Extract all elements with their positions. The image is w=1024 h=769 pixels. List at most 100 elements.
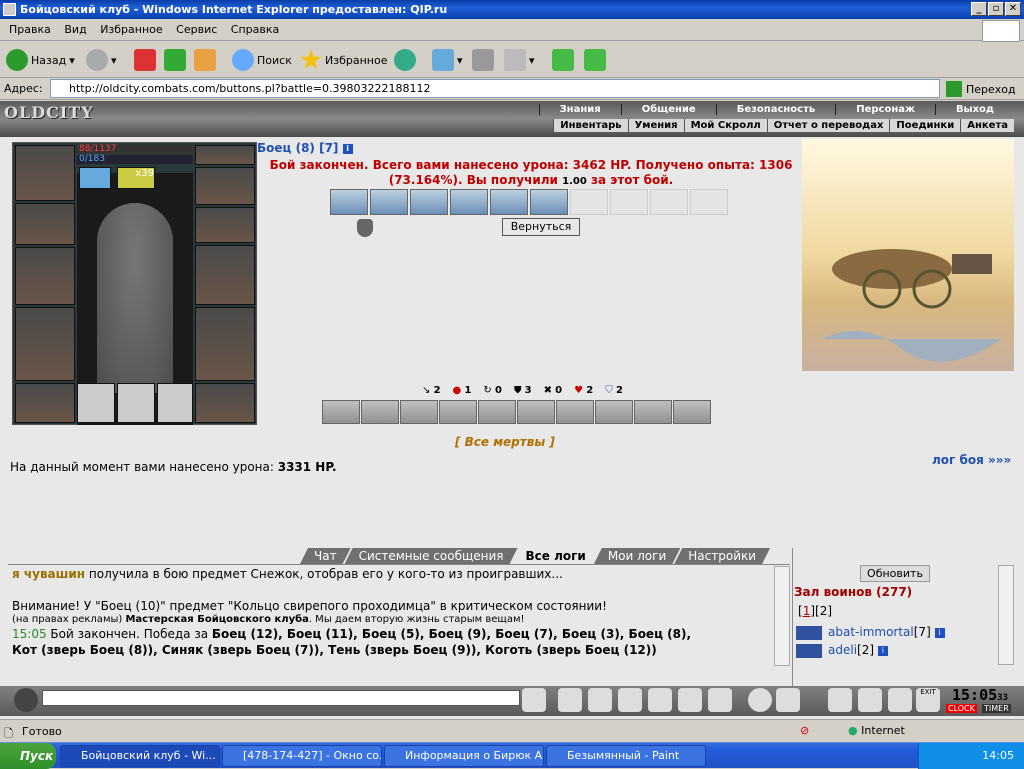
menu-tools[interactable]: Сервис xyxy=(171,19,222,40)
info-icon[interactable]: i xyxy=(342,143,353,154)
item-slot-stack[interactable]: x39 xyxy=(117,167,155,189)
info-icon[interactable]: i xyxy=(877,645,888,656)
skill-slot[interactable] xyxy=(361,400,399,424)
tab-all-logs[interactable]: Все логи xyxy=(512,548,600,564)
search-button[interactable]: Поиск xyxy=(232,48,292,72)
edit-button[interactable]: ▾ xyxy=(504,48,535,72)
tab-system-messages[interactable]: Системные сообщения xyxy=(345,548,518,564)
skill-slot[interactable] xyxy=(673,400,711,424)
helmet-icon[interactable] xyxy=(776,688,800,712)
skill-slot[interactable] xyxy=(322,400,360,424)
bracer-slot[interactable] xyxy=(15,203,75,245)
forward-button[interactable]: ▾ xyxy=(86,48,117,72)
nav-battles[interactable]: Поединки xyxy=(889,119,960,132)
info-icon[interactable]: i xyxy=(934,627,945,638)
menu-view[interactable]: Вид xyxy=(59,19,91,40)
page-2-link[interactable]: 2 xyxy=(820,604,828,618)
messenger-button[interactable] xyxy=(552,48,574,72)
nav-character[interactable]: Персонаж xyxy=(835,104,935,115)
fighter-icon[interactable] xyxy=(648,688,672,712)
nav-skills[interactable]: Умения xyxy=(627,119,684,132)
gloves-slot[interactable] xyxy=(195,207,255,243)
amulet-slot[interactable] xyxy=(195,167,255,205)
leggings-slot[interactable] xyxy=(195,307,255,381)
task-ie[interactable]: Бойцовский клуб - Wi... xyxy=(60,745,220,767)
user-list-item[interactable]: abat-immortal[7] i xyxy=(796,625,945,640)
favorites-button[interactable]: Избранное xyxy=(300,48,387,72)
smile-icon[interactable] xyxy=(748,688,772,712)
scroll-slot[interactable] xyxy=(490,189,528,215)
room-scrollbar[interactable] xyxy=(998,565,1014,665)
belt-slot[interactable] xyxy=(15,383,75,423)
task-paint[interactable]: Безымянный - Paint xyxy=(546,745,706,767)
nav-security[interactable]: Безопасность xyxy=(715,104,836,115)
tab-my-logs[interactable]: Мои логи xyxy=(594,548,680,564)
scroll-slot[interactable] xyxy=(370,189,408,215)
nav-knowledge[interactable]: Знания xyxy=(538,104,621,115)
history-button[interactable] xyxy=(394,48,416,72)
skill-slot[interactable] xyxy=(634,400,672,424)
nav-exit[interactable]: Выход xyxy=(934,104,1014,115)
return-button[interactable]: Вернуться xyxy=(502,218,580,236)
weapon-slot[interactable] xyxy=(15,247,75,305)
chat-input[interactable] xyxy=(42,690,520,706)
home-button[interactable] xyxy=(194,48,216,72)
exit-icon[interactable]: EXIT xyxy=(916,688,940,712)
item-slot-snowball[interactable] xyxy=(79,167,111,189)
skill-slot[interactable] xyxy=(517,400,555,424)
private-message-icon[interactable] xyxy=(796,643,822,658)
send-icon[interactable] xyxy=(522,688,546,712)
back-button[interactable]: Назад ▾ xyxy=(6,48,75,72)
bag-icon[interactable] xyxy=(828,688,852,712)
user-list-item[interactable]: adeli[2] i xyxy=(796,643,888,658)
refresh-button[interactable]: Обновить xyxy=(860,565,930,582)
empty-slot-1[interactable] xyxy=(77,383,115,423)
close-button[interactable]: ✕ xyxy=(1005,2,1021,16)
start-button[interactable]: Пуск xyxy=(0,743,56,769)
menu-favorites[interactable]: Избранное xyxy=(95,19,167,40)
skill-slot[interactable] xyxy=(556,400,594,424)
tray-clock[interactable]: 14:05 xyxy=(982,749,1014,762)
nav-my-scroll[interactable]: Мой Скролл xyxy=(683,119,767,132)
skill-slot[interactable] xyxy=(595,400,633,424)
nav-inventory[interactable]: Инвентарь xyxy=(553,119,627,132)
page-1-link[interactable]: 1 xyxy=(803,604,811,618)
nav-communication[interactable]: Общение xyxy=(620,104,716,115)
print-button[interactable] xyxy=(472,48,494,72)
task-info[interactable]: Информация о Бирюк А... xyxy=(384,745,544,767)
empty-slot-3[interactable] xyxy=(157,383,193,423)
address-input[interactable]: http://oldcity.combats.com/buttons.pl?ba… xyxy=(50,79,940,98)
scroll-slot[interactable] xyxy=(410,189,448,215)
maximize-button[interactable]: ▫ xyxy=(988,2,1004,16)
chat-scrollbar[interactable] xyxy=(774,566,790,666)
qip-button[interactable] xyxy=(584,48,606,72)
people-icon[interactable] xyxy=(888,688,912,712)
sound-icon[interactable] xyxy=(708,688,732,712)
eraser-icon[interactable] xyxy=(558,688,582,712)
refresh-button[interactable] xyxy=(164,48,186,72)
skill-slot[interactable] xyxy=(439,400,477,424)
all-dead-link[interactable]: [ Все мертвы ] xyxy=(455,435,555,449)
stop-button[interactable] xyxy=(134,48,156,72)
earring-slot[interactable] xyxy=(195,145,255,165)
tab-chat[interactable]: Чат xyxy=(300,548,351,564)
empty-slot-2[interactable] xyxy=(117,383,155,423)
translit-icon[interactable] xyxy=(678,688,702,712)
menu-help[interactable]: Справка xyxy=(226,19,284,40)
fighter-name[interactable]: Боец (8) [7] i xyxy=(257,141,353,155)
smiley-menu-icon[interactable] xyxy=(14,688,38,712)
hand-icon[interactable] xyxy=(858,688,882,712)
helmet-slot[interactable] xyxy=(15,145,75,201)
skill-slot[interactable] xyxy=(400,400,438,424)
mail-button[interactable]: ▾ xyxy=(432,48,463,72)
skill-slot[interactable] xyxy=(478,400,516,424)
shield-slot[interactable] xyxy=(195,245,255,305)
save-icon[interactable] xyxy=(618,688,642,712)
minimize-button[interactable]: _ xyxy=(971,2,987,16)
nav-profile[interactable]: Анкета xyxy=(960,119,1014,132)
boots-slot[interactable] xyxy=(195,383,255,423)
private-message-icon[interactable] xyxy=(796,625,822,640)
menu-edit[interactable]: Правка xyxy=(4,19,56,40)
scroll-slot[interactable] xyxy=(330,189,368,215)
scroll-slot[interactable] xyxy=(530,189,568,215)
